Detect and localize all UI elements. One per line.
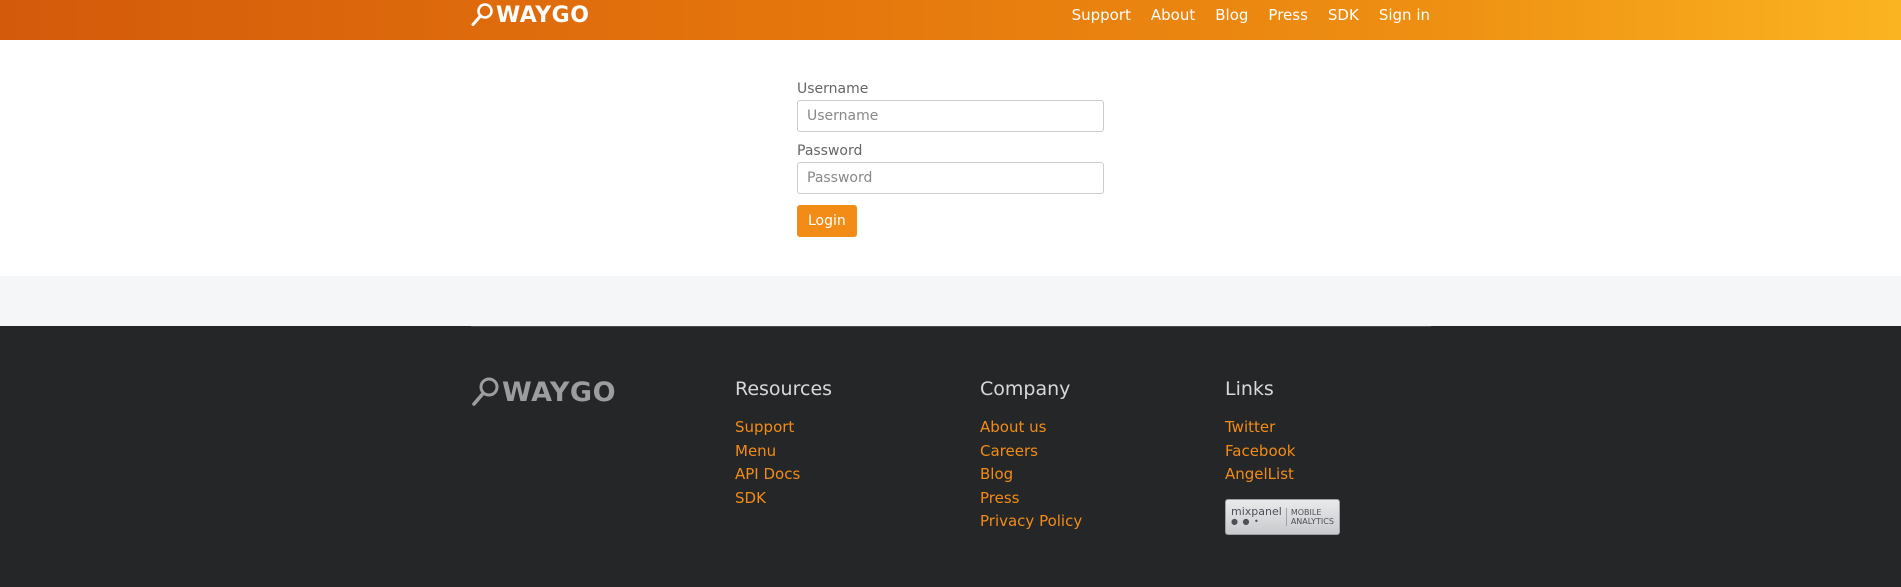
nav-blog[interactable]: Blog (1215, 6, 1248, 24)
password-label: Password (797, 143, 863, 159)
company-heading: Company (980, 378, 1071, 400)
footer: WAYGO Resources Support Menu API Docs SD… (0, 326, 1901, 587)
footer-link-support[interactable]: Support (735, 416, 832, 440)
mixpanel-tag-line1: MOBILE (1290, 507, 1322, 517)
mixpanel-tagline: MOBILE ANALYTICS (1285, 507, 1334, 526)
mixpanel-wordmark: mixpanel ● ● • (1231, 504, 1282, 527)
footer-link-press[interactable]: Press (980, 487, 1082, 511)
password-group: Password (797, 142, 1104, 194)
magnifier-icon (471, 2, 495, 28)
footer-link-angellist[interactable]: AngelList (1225, 463, 1340, 487)
magnifier-icon (471, 376, 501, 408)
footer-logo[interactable]: WAYGO (471, 376, 616, 408)
login-button[interactable]: Login (797, 205, 857, 237)
footer-link-sdk[interactable]: SDK (735, 487, 832, 511)
password-input[interactable] (797, 162, 1104, 194)
username-group: Username (797, 80, 1104, 132)
nav-press[interactable]: Press (1268, 6, 1307, 24)
nav-sdk[interactable]: SDK (1328, 6, 1359, 24)
username-input[interactable] (797, 100, 1104, 132)
header-logo-text: WAYGO (496, 2, 590, 28)
footer-link-twitter[interactable]: Twitter (1225, 416, 1340, 440)
nav-about[interactable]: About (1151, 6, 1195, 24)
footer-links-column: Links Twitter Facebook AngelList mixpane… (1225, 376, 1340, 535)
mixpanel-badge[interactable]: mixpanel ● ● • MOBILE ANALYTICS (1225, 498, 1340, 535)
links-heading: Links (1225, 378, 1274, 400)
footer-link-blog[interactable]: Blog (980, 463, 1082, 487)
footer-divider (471, 326, 1431, 327)
header-nav: Support About Blog Press SDK Sign in (1072, 0, 1430, 30)
nav-sign-in[interactable]: Sign in (1379, 6, 1430, 24)
footer-link-facebook[interactable]: Facebook (1225, 440, 1340, 464)
username-label: Username (797, 81, 869, 97)
footer-logo-text: WAYGO (502, 376, 617, 408)
footer-link-menu[interactable]: Menu (735, 440, 832, 464)
top-navbar: WAYGO Support About Blog Press SDK Sign … (0, 0, 1901, 40)
header-logo[interactable]: WAYGO (471, 2, 589, 28)
footer-link-about-us[interactable]: About us (980, 416, 1082, 440)
footer-top-band (0, 276, 1901, 326)
footer-company-column: Company About us Careers Blog Press Priv… (980, 376, 1082, 534)
login-form: Username Password Login (797, 80, 1104, 237)
nav-support[interactable]: Support (1072, 6, 1131, 24)
mixpanel-dots-icon: ● ● • (1231, 516, 1260, 526)
footer-link-api-docs[interactable]: API Docs (735, 463, 832, 487)
resources-heading: Resources (735, 378, 833, 400)
footer-link-privacy-policy[interactable]: Privacy Policy (980, 510, 1082, 534)
mixpanel-tag-line2: ANALYTICS (1290, 516, 1334, 526)
footer-resources-column: Resources Support Menu API Docs SDK (735, 376, 832, 510)
mixpanel-name: mixpanel (1231, 504, 1282, 518)
footer-link-careers[interactable]: Careers (980, 440, 1082, 464)
